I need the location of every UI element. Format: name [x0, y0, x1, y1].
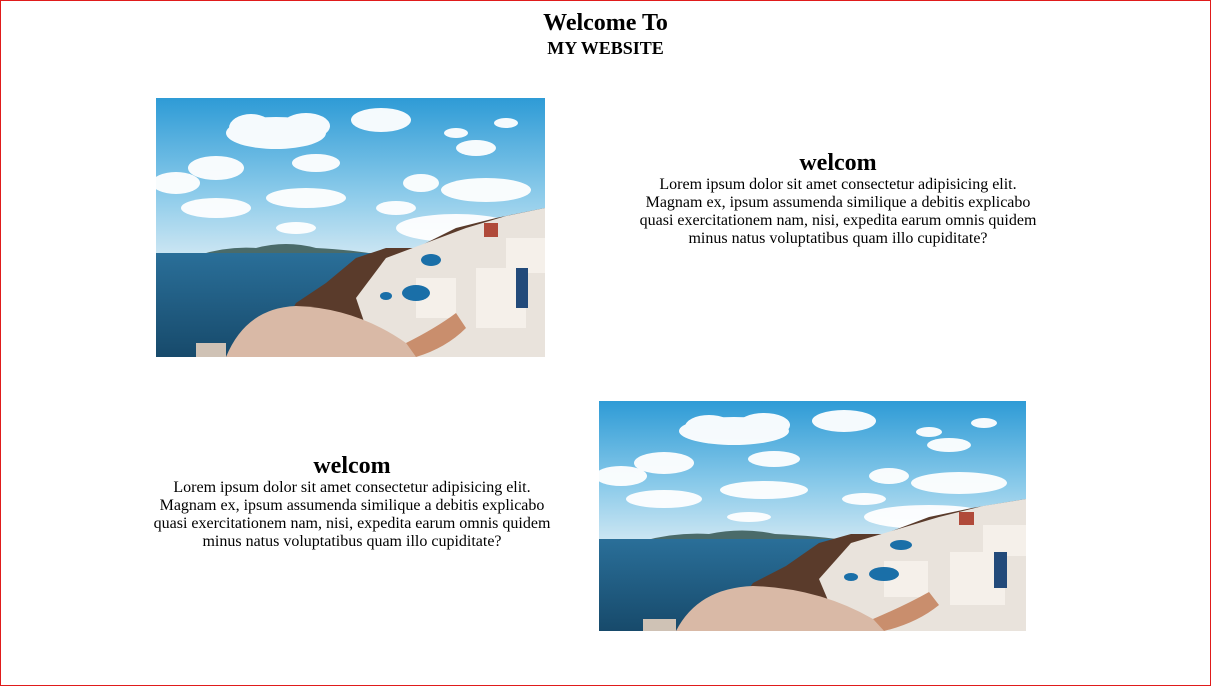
section-body: Lorem ipsum dolor sit amet consectetur a…	[639, 176, 1037, 247]
section-heading: welcom	[799, 150, 877, 176]
page-subtitle: MY WEBSITE	[547, 38, 664, 58]
intro-text-block-2: welcom Lorem ipsum dolor sit amet consec…	[152, 453, 552, 551]
santorini-photo-1	[156, 98, 545, 357]
section-heading: welcom	[313, 453, 391, 479]
santorini-photo-2	[599, 401, 1026, 631]
page-title: Welcome To	[543, 10, 668, 36]
section-body: Lorem ipsum dolor sit amet consectetur a…	[153, 479, 551, 550]
page-frame: Welcome To MY WEBSITE welcom Lorem ipsum…	[0, 0, 1211, 686]
intro-text-block-1: welcom Lorem ipsum dolor sit amet consec…	[638, 150, 1038, 248]
page-header: Welcome To MY WEBSITE	[1, 9, 1210, 59]
